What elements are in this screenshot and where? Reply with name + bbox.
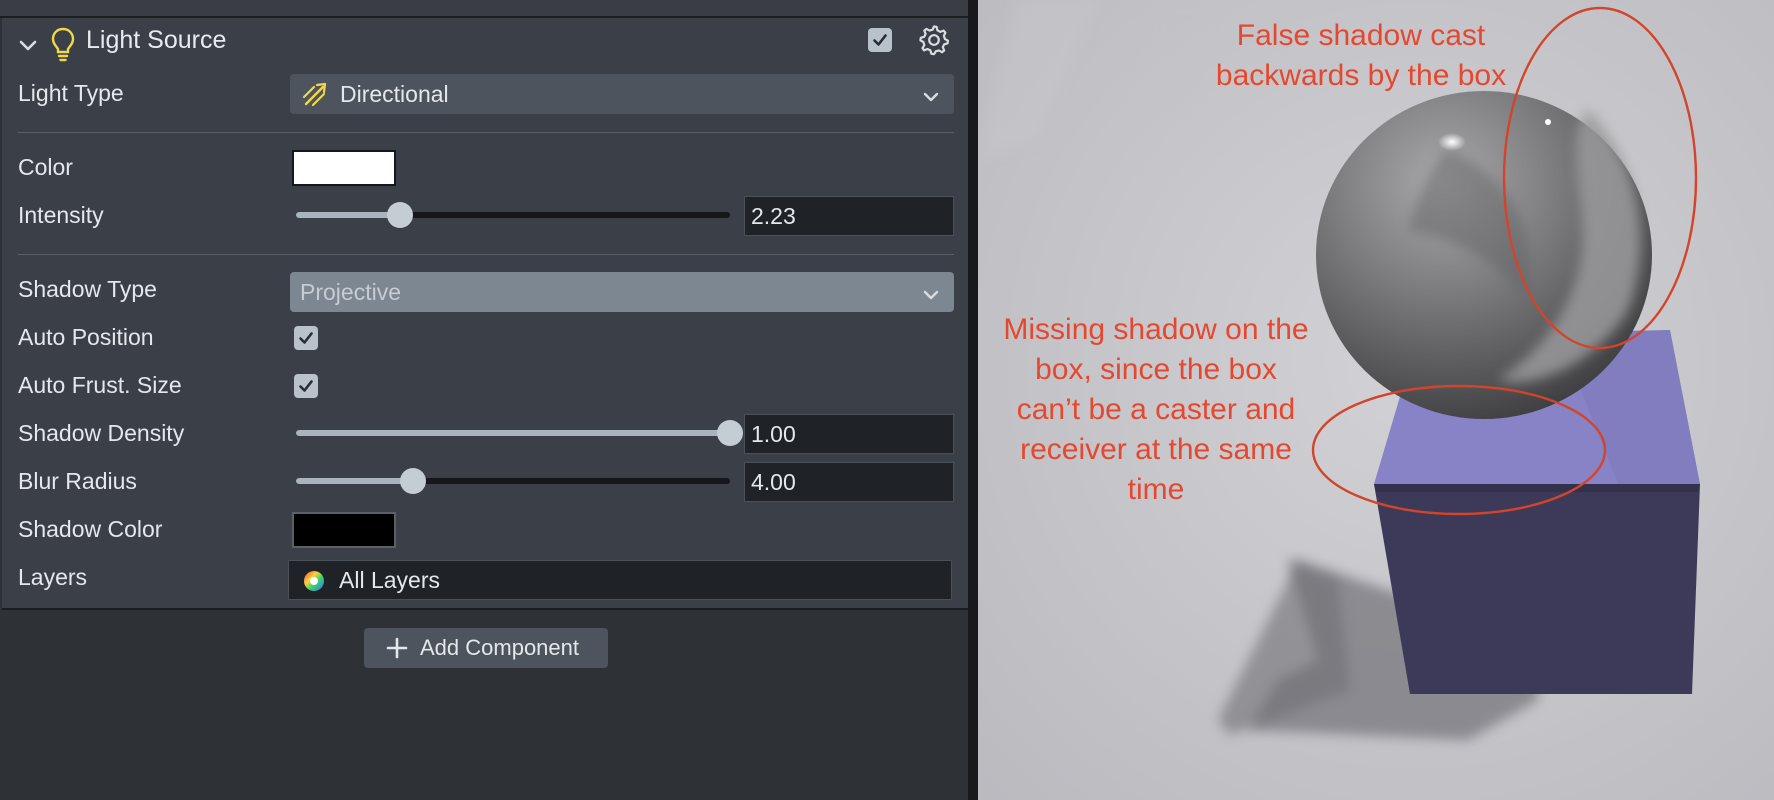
slider-thumb[interactable] xyxy=(400,468,426,494)
light-type-dropdown[interactable]: Directional xyxy=(290,74,954,114)
blur-radius-label: Blur Radius xyxy=(18,468,137,494)
add-component-label: Add Component xyxy=(420,635,579,660)
separator xyxy=(18,132,954,133)
intensity-input[interactable]: 2.23 xyxy=(744,196,954,236)
auto-frust-size-checkbox[interactable] xyxy=(294,374,318,398)
chevron-down-icon xyxy=(922,283,940,310)
plus-icon xyxy=(386,637,408,665)
blur-radius-slider[interactable] xyxy=(296,468,730,494)
sphere-specular xyxy=(1438,133,1466,151)
gear-icon[interactable] xyxy=(918,24,950,61)
chevron-down-icon xyxy=(922,85,940,112)
slider-fill xyxy=(296,478,413,484)
auto-position-checkbox[interactable] xyxy=(294,326,318,350)
layers-label: Layers xyxy=(18,564,88,590)
intensity-slider[interactable] xyxy=(296,202,730,228)
auto-position-label: Auto Position xyxy=(18,324,154,350)
slider-thumb[interactable] xyxy=(717,420,743,446)
light-type-label: Light Type xyxy=(18,80,124,106)
intensity-label: Intensity xyxy=(18,202,104,228)
component-enabled-checkbox[interactable] xyxy=(868,28,892,52)
blur-radius-input[interactable]: 4.00 xyxy=(744,462,954,502)
annotation-line: can’t be a caster and xyxy=(1016,393,1296,426)
light-type-value: Directional xyxy=(340,81,449,107)
scene-viewport[interactable]: False shadow cast backwards by the box M… xyxy=(978,0,1774,800)
separator xyxy=(18,254,954,255)
inspector-panel: Light Source Light Type Directional Colo… xyxy=(0,0,968,800)
color-wheel-icon xyxy=(303,570,325,598)
layers-field[interactable]: All Layers xyxy=(288,560,952,600)
panel-divider[interactable] xyxy=(968,0,978,800)
annotation-line: time xyxy=(1127,473,1185,506)
annotation-line: backwards by the box xyxy=(1215,59,1507,92)
annotation-missing-shadow: Missing shadow on the box, since the box… xyxy=(986,310,1326,510)
lightbulb-icon xyxy=(50,26,76,67)
shadow-density-input[interactable]: 1.00 xyxy=(744,414,954,454)
shadow-density-slider[interactable] xyxy=(296,420,743,446)
color-swatch[interactable] xyxy=(292,150,396,186)
annotation-false-shadow: False shadow cast backwards by the box xyxy=(1168,16,1554,96)
shadow-type-value: Projective xyxy=(300,279,401,305)
slider-fill xyxy=(296,212,400,218)
add-component-button[interactable]: Add Component xyxy=(364,628,608,668)
box-front-face xyxy=(1374,484,1700,694)
annotation-line: False shadow cast xyxy=(1236,19,1486,52)
auto-frust-size-label: Auto Frust. Size xyxy=(18,372,182,398)
annotation-line: receiver at the same xyxy=(1020,433,1292,466)
shadow-type-dropdown[interactable]: Projective xyxy=(290,272,954,312)
shadow-type-label: Shadow Type xyxy=(18,276,157,302)
component-title: Light Source xyxy=(86,26,227,54)
slider-fill xyxy=(296,430,730,436)
annotation-line: box, since the box xyxy=(1035,353,1277,386)
light-source-component: Light Source Light Type Directional Colo… xyxy=(2,18,968,610)
color-label: Color xyxy=(18,154,73,180)
shadow-density-label: Shadow Density xyxy=(18,420,185,446)
shadow-color-label: Shadow Color xyxy=(18,516,163,542)
panel-top-bar xyxy=(0,0,968,18)
directional-light-icon xyxy=(302,81,328,113)
slider-thumb[interactable] xyxy=(387,202,413,228)
collapse-chevron-icon[interactable] xyxy=(18,36,38,61)
annotation-line: Missing shadow on the xyxy=(1003,313,1309,346)
shadow-color-swatch[interactable] xyxy=(292,512,396,548)
layers-value: All Layers xyxy=(339,567,440,593)
